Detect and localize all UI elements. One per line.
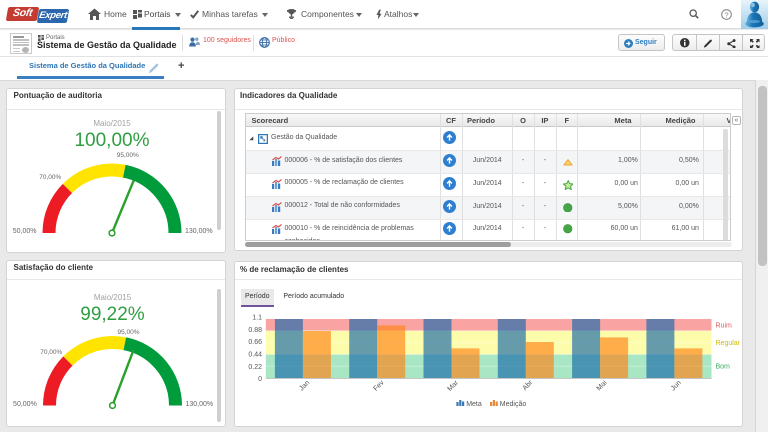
- svg-text:Medição: Medição: [500, 401, 527, 408]
- svg-text:Regular: Regular: [716, 340, 741, 347]
- svg-text:Meta: Meta: [466, 401, 482, 408]
- svg-text:0.44: 0.44: [248, 352, 262, 359]
- svg-text:Mai: Mai: [596, 379, 609, 392]
- svg-text:Mar: Mar: [446, 379, 460, 393]
- svg-text:Jun: Jun: [670, 379, 683, 392]
- svg-text:1.1: 1.1: [252, 315, 262, 322]
- svg-text:Bom: Bom: [716, 363, 731, 370]
- svg-text:0.22: 0.22: [248, 364, 262, 371]
- svg-text:0.66: 0.66: [248, 339, 262, 346]
- svg-text:?: ?: [724, 10, 728, 19]
- svg-text:Jan: Jan: [298, 379, 311, 392]
- svg-text:0.88: 0.88: [248, 327, 262, 334]
- svg-text:Ruim: Ruim: [716, 323, 733, 330]
- svg-text:Fev: Fev: [372, 379, 386, 393]
- svg-text:0: 0: [258, 376, 262, 383]
- svg-text:Abr: Abr: [522, 379, 535, 392]
